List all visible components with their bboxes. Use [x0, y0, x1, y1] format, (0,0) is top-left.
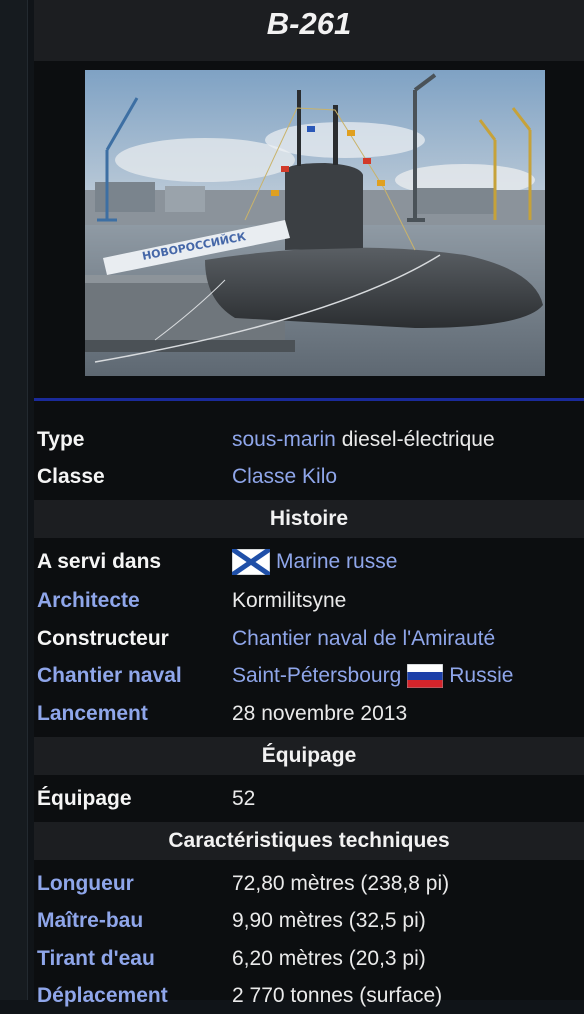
- value-classe: Classe Kilo: [232, 465, 337, 489]
- infobox-divider: [34, 398, 584, 401]
- label-architecte-link[interactable]: Architecte: [37, 589, 140, 613]
- row-maitre-bau: Maître-bau 9,90 mètres (32,5 pi): [34, 903, 584, 939]
- label-maitre-bau-link[interactable]: Maître-bau: [37, 909, 143, 933]
- value-tirant: 6,20 mètres (20,3 pi): [232, 947, 426, 970]
- value-lancement: 28 novembre 2013: [232, 702, 408, 725]
- label-constructeur: Constructeur: [37, 627, 169, 650]
- section-equipage: Équipage: [34, 737, 584, 775]
- link-marine-russe[interactable]: Marine russe: [276, 550, 397, 574]
- label-chantier-link[interactable]: Chantier naval: [37, 664, 182, 688]
- infobox-title: B-261: [266, 5, 352, 41]
- infobox-title-bar: B-261: [34, 0, 584, 61]
- label-equipage: Équipage: [37, 787, 132, 810]
- link-sous-marin[interactable]: sous-marin: [232, 428, 336, 452]
- infobox: B-261 НОВОРОССИЙСК Type sous-marin diese…: [34, 0, 584, 1007]
- section-histoire: Histoire: [34, 500, 584, 538]
- section-caracteristiques: Caractéristiques techniques: [34, 822, 584, 860]
- label-longueur-link[interactable]: Longueur: [37, 872, 134, 896]
- link-chantier-amiraute[interactable]: Chantier naval de l'Amirauté: [232, 627, 495, 651]
- value-constructeur: Chantier naval de l'Amirauté: [232, 627, 495, 651]
- naval-ensign-icon[interactable]: [232, 549, 270, 575]
- label-type: Type: [37, 428, 85, 451]
- row-equipage: Équipage 52: [34, 781, 584, 817]
- submarine-illustration: НОВОРОССИЙСК: [85, 70, 545, 376]
- row-deplacement: Déplacement 2 770 tonnes (surface): [34, 978, 584, 1014]
- row-chantier: Chantier naval Saint-Pétersbourg Russie: [34, 658, 584, 694]
- page-side-margin: [0, 0, 28, 1000]
- value-maitre-bau: 9,90 mètres (32,5 pi): [232, 909, 426, 932]
- link-russie[interactable]: Russie: [449, 664, 513, 688]
- label-tirant-link[interactable]: Tirant d'eau: [37, 947, 155, 971]
- label-servi: A servi dans: [37, 550, 162, 573]
- row-lancement: Lancement 28 novembre 2013: [34, 696, 584, 732]
- row-tirant: Tirant d'eau 6,20 mètres (20,3 pi): [34, 941, 584, 977]
- value-chantier: Saint-Pétersbourg Russie: [232, 664, 513, 688]
- value-architecte: Kormilitsyne: [232, 589, 347, 612]
- value-servi: Marine russe: [232, 549, 397, 575]
- value-type: sous-marin diesel-électrique: [232, 428, 495, 452]
- value-deplacement: 2 770 tonnes (surface): [232, 984, 443, 1007]
- label-lancement-link[interactable]: Lancement: [37, 702, 148, 726]
- row-classe: Classe Classe Kilo: [34, 459, 584, 495]
- value-type-text: diesel-électrique: [341, 428, 495, 451]
- row-type: Type sous-marin diesel-électrique: [34, 422, 584, 458]
- label-deplacement-link[interactable]: Déplacement: [37, 984, 168, 1008]
- row-constructeur: Constructeur Chantier naval de l'Amiraut…: [34, 621, 584, 657]
- submarine-photo[interactable]: НОВОРОССИЙСК: [85, 70, 545, 376]
- value-equipage: 52: [232, 787, 256, 810]
- label-classe: Classe: [37, 465, 105, 488]
- link-saint-petersbourg[interactable]: Saint-Pétersbourg: [232, 664, 401, 688]
- russia-flag-icon[interactable]: [407, 664, 444, 688]
- value-longueur: 72,80 mètres (238,8 pi): [232, 872, 450, 895]
- row-longueur: Longueur 72,80 mètres (238,8 pi): [34, 866, 584, 902]
- row-servi: A servi dans Marine russe: [34, 544, 584, 580]
- link-classe-kilo[interactable]: Classe Kilo: [232, 465, 337, 489]
- row-architecte: Architecte Kormilitsyne: [34, 583, 584, 619]
